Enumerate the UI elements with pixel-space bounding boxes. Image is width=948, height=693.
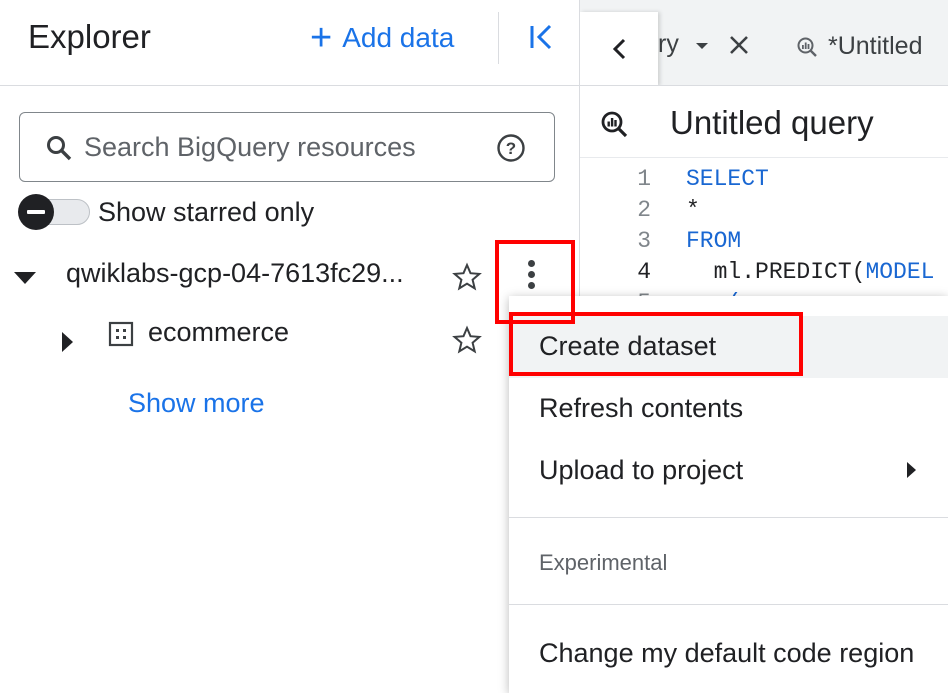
explorer-title: Explorer <box>28 18 151 55</box>
code-line: FROM <box>686 228 742 254</box>
search-box: ? <box>19 112 555 182</box>
menu-item-upload-to-project[interactable]: Upload to project <box>509 440 948 502</box>
dataset-icon <box>108 321 134 347</box>
menu-divider <box>509 517 948 518</box>
search-input[interactable] <box>84 127 484 167</box>
starred-toggle-label: Show starred only <box>98 196 315 227</box>
dataset-name[interactable]: ecommerce <box>148 317 289 348</box>
menu-divider <box>509 604 948 605</box>
star-icon[interactable] <box>452 262 482 292</box>
query-icon <box>601 111 628 138</box>
explorer-panel: Explorer + Add data ? Show starred only <box>0 0 580 693</box>
query-title: Untitled query <box>670 104 874 141</box>
tab-untitled[interactable]: *Untitled <box>828 32 923 61</box>
close-icon[interactable] <box>728 34 750 56</box>
star-icon[interactable] <box>452 325 482 355</box>
header-divider <box>498 12 499 64</box>
project-context-menu: Create dataset Refresh contents Upload t… <box>509 296 948 693</box>
menu-item-label: Change my default code region <box>539 638 915 668</box>
more-vert-icon[interactable] <box>516 256 546 296</box>
svg-text:?: ? <box>506 139 516 158</box>
menu-section-experimental: Experimental <box>539 550 668 575</box>
menu-item-refresh-contents[interactable]: Refresh contents <box>509 378 948 440</box>
code-line: * <box>686 197 700 223</box>
chevron-right-icon <box>907 462 916 478</box>
code-keyword: MODEL <box>865 259 935 285</box>
dataset-expand-toggle[interactable] <box>62 322 73 362</box>
caret-right-icon <box>62 332 73 352</box>
query-icon <box>797 37 817 57</box>
project-expand-toggle[interactable] <box>14 258 36 298</box>
tab-scroll-left-button[interactable] <box>580 12 658 85</box>
line-number: 1 <box>637 166 651 192</box>
starred-only-toggle[interactable] <box>18 194 90 230</box>
add-data-label: Add data <box>342 22 455 53</box>
help-icon[interactable]: ? <box>496 133 526 163</box>
menu-item-label: Refresh contents <box>539 393 744 423</box>
menu-item-label: Create dataset <box>539 331 717 361</box>
code-line: SELECT <box>686 166 769 192</box>
query-header: Untitled query <box>580 86 948 158</box>
toggle-knob <box>18 194 54 230</box>
search-icon <box>47 136 72 161</box>
partial-tab-label[interactable]: ry <box>658 30 679 59</box>
starred-toggle-row: Show starred only <box>18 194 314 230</box>
line-number: 4 <box>637 259 651 285</box>
menu-item-create-dataset[interactable]: Create dataset <box>509 316 948 378</box>
line-number: 2 <box>637 197 651 223</box>
line-number: 3 <box>637 228 651 254</box>
add-icon: + <box>310 17 333 59</box>
caret-down-icon <box>14 272 36 284</box>
code-line: ml.PREDICT(MODEL <box>686 259 935 285</box>
menu-item-change-default-code-region[interactable]: Change my default code region <box>509 623 948 685</box>
code-token: ml.PREDICT( <box>686 259 866 285</box>
project-name[interactable]: qwiklabs-gcp-04-7613fc29... <box>66 258 404 289</box>
explorer-header: Explorer + Add data <box>0 0 580 86</box>
add-data-button[interactable]: + Add data <box>310 18 454 58</box>
show-more-link[interactable]: Show more <box>128 388 265 419</box>
chevron-left-icon <box>612 38 626 60</box>
tab-bar: ry *Untitled <box>580 0 948 86</box>
collapse-panel-icon[interactable] <box>524 20 558 54</box>
tab-dropdown-icon[interactable] <box>696 43 708 49</box>
menu-item-label: Upload to project <box>539 455 744 485</box>
